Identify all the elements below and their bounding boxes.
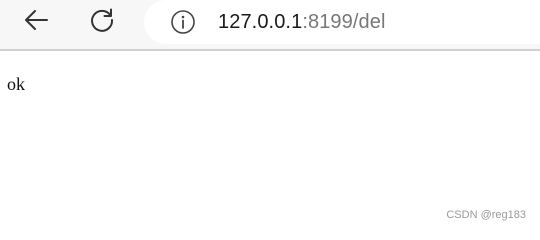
watermark: CSDN @reg183 <box>446 209 526 221</box>
browser-toolbar: 127.0.0.1:8199/del <box>0 0 540 51</box>
url-path: :8199/del <box>302 11 386 33</box>
url-host: 127.0.0.1 <box>218 11 303 33</box>
url-text[interactable]: 127.0.0.1:8199/del <box>218 9 386 35</box>
page-body-text: ok <box>7 74 25 94</box>
reload-icon <box>88 6 116 39</box>
arrow-left-icon <box>22 6 50 39</box>
info-icon[interactable] <box>170 9 196 35</box>
back-button[interactable] <box>18 4 54 40</box>
reload-button[interactable] <box>84 4 120 40</box>
address-bar[interactable]: 127.0.0.1:8199/del <box>144 0 540 44</box>
